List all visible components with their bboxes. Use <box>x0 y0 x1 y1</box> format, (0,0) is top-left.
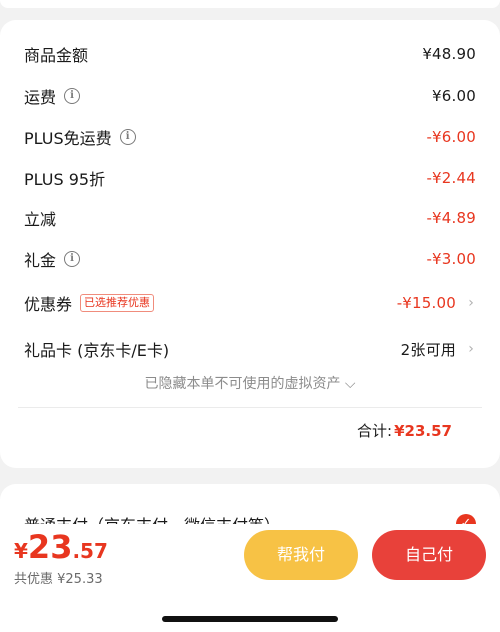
gift-card-available: 2张可用 <box>400 340 456 359</box>
home-indicator[interactable] <box>162 616 338 622</box>
chevron-right-icon[interactable]: › <box>466 341 476 357</box>
chevron-right-icon[interactable]: › <box>466 295 476 311</box>
instant-discount-label: 立减 <box>24 210 57 229</box>
info-icon[interactable]: i <box>119 129 136 145</box>
currency-symbol: ¥ <box>14 539 28 563</box>
total-saving: 共优惠 ¥25.33 <box>14 572 103 587</box>
plus-discount-amount: -¥2.44 <box>426 169 476 187</box>
previous-card-edge <box>0 0 500 8</box>
help-me-pay-button[interactable]: 帮我付 <box>244 530 358 580</box>
plus-free-shipping-amount: -¥6.00 <box>426 128 476 146</box>
price-decimal: .57 <box>72 539 108 563</box>
plus-free-shipping-label: PLUS免运费 <box>24 129 112 148</box>
total-row: 合计: ¥23.57 <box>357 420 452 441</box>
recommended-coupon-badge: 已选推荐优惠 <box>80 294 155 312</box>
gift-money-row: 礼金 i -¥3.00 <box>24 241 476 277</box>
gift-money-label: 礼金 <box>24 251 57 270</box>
divider <box>18 407 482 408</box>
coupon-row[interactable]: 优惠券 已选推荐优惠 -¥15.00 › <box>24 285 476 321</box>
hidden-assets-note: 已隐藏本单不可使用的虚拟资产 <box>144 376 341 392</box>
subtotal-label: 商品金额 <box>24 46 89 65</box>
pay-myself-button[interactable]: 自己付 <box>372 530 486 580</box>
shipping-label: 运费 <box>24 88 57 107</box>
final-price: ¥ 23 .57 <box>14 528 108 566</box>
instant-discount-amount: -¥4.89 <box>426 209 476 227</box>
info-icon[interactable]: i <box>64 88 81 104</box>
hidden-assets-toggle[interactable]: 已隐藏本单不可使用的虚拟资产 ⌵ <box>0 373 500 393</box>
gift-money-amount: -¥3.00 <box>426 250 476 268</box>
info-icon[interactable]: i <box>64 251 81 267</box>
chevron-down-icon: ⌵ <box>344 376 356 392</box>
price-integer: 23 <box>27 528 73 566</box>
instant-discount-row: 立减 -¥4.89 <box>24 200 476 236</box>
total-value: ¥23.57 <box>394 422 452 440</box>
plus-free-shipping-row: PLUS免运费 i -¥6.00 <box>24 119 476 155</box>
total-label: 合计: <box>357 422 393 440</box>
coupon-amount: -¥15.00 <box>396 294 456 312</box>
subtotal-row: 商品金额 ¥48.90 <box>24 36 476 72</box>
plus-discount-label: PLUS 95折 <box>24 170 106 189</box>
gift-card-label: 礼品卡 (京东卡/E卡) <box>24 341 170 360</box>
coupon-label: 优惠券 <box>24 295 73 314</box>
shipping-amount: ¥6.00 <box>432 87 476 105</box>
gift-card-row[interactable]: 礼品卡 (京东卡/E卡) 2张可用 › <box>24 331 476 367</box>
plus-discount-row: PLUS 95折 -¥2.44 <box>24 160 476 196</box>
subtotal-amount: ¥48.90 <box>422 45 476 63</box>
shipping-row: 运费 i ¥6.00 <box>24 78 476 114</box>
